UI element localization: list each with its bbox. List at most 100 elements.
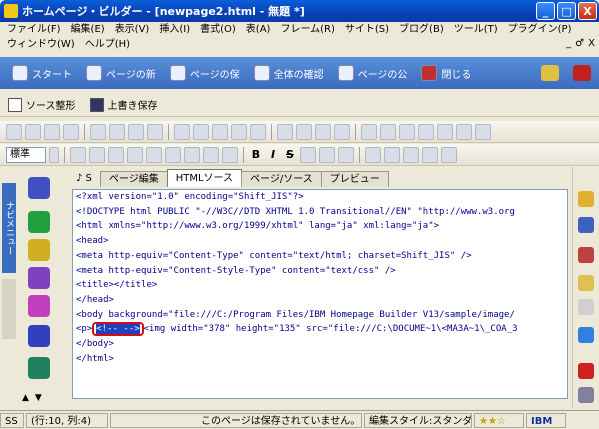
eraser-icon[interactable] bbox=[147, 123, 163, 140]
mdi-minimize-button[interactable]: _ bbox=[566, 38, 571, 49]
insert-row-icon[interactable] bbox=[384, 146, 400, 163]
close-button[interactable]: X bbox=[578, 2, 597, 20]
align-justify-icon[interactable] bbox=[184, 146, 200, 163]
dropdown-icon[interactable] bbox=[49, 146, 59, 163]
merge-icon[interactable] bbox=[422, 146, 438, 163]
layout-icon[interactable] bbox=[334, 123, 350, 140]
tab-preview[interactable]: プレビュー bbox=[320, 171, 389, 187]
book-icon[interactable] bbox=[573, 65, 591, 81]
paste-icon[interactable] bbox=[128, 123, 144, 140]
html-source-editor[interactable]: <?xml version="1.0" encoding="Shift_JIS"… bbox=[72, 189, 568, 399]
anchor-icon[interactable] bbox=[296, 123, 312, 140]
font-size-icon[interactable] bbox=[319, 146, 335, 163]
tab-page-source[interactable]: ページ/ソース bbox=[241, 171, 322, 187]
open-icon[interactable] bbox=[25, 123, 41, 140]
menu-format[interactable]: 書式(O) bbox=[195, 22, 241, 37]
site-icon[interactable] bbox=[578, 217, 594, 233]
table-grid-icon[interactable] bbox=[365, 146, 381, 163]
image-icon[interactable] bbox=[380, 123, 396, 140]
nav-check-all-button[interactable]: 全体の確認 bbox=[253, 65, 324, 81]
document-icon[interactable] bbox=[578, 299, 594, 315]
save-icon[interactable] bbox=[44, 123, 60, 140]
color-icon[interactable] bbox=[578, 327, 594, 343]
tab-page-edit[interactable]: ページ編集 bbox=[99, 171, 168, 187]
chart-icon[interactable] bbox=[456, 123, 472, 140]
numbered-list-icon[interactable] bbox=[222, 146, 238, 163]
overwrite-save-button[interactable]: 上書き保存 bbox=[89, 97, 158, 112]
copy-icon[interactable] bbox=[109, 123, 125, 140]
menu-edit[interactable]: 編集(E) bbox=[66, 22, 110, 37]
insert-col-icon[interactable] bbox=[403, 146, 419, 163]
table-icon[interactable] bbox=[315, 123, 331, 140]
align-left-icon[interactable] bbox=[127, 146, 143, 163]
album-icon[interactable] bbox=[28, 357, 50, 379]
align-right-icon[interactable] bbox=[165, 146, 181, 163]
split-icon[interactable] bbox=[441, 146, 457, 163]
menu-insert[interactable]: 挿入(I) bbox=[154, 22, 195, 37]
grid-icon[interactable] bbox=[418, 123, 434, 140]
save-all-icon[interactable] bbox=[63, 123, 79, 140]
paragraph-icon[interactable] bbox=[70, 146, 86, 163]
menu-table[interactable]: 表(A) bbox=[241, 22, 276, 37]
folder-icon[interactable] bbox=[578, 191, 594, 207]
scroll-up-icon[interactable]: ▲ bbox=[22, 393, 29, 403]
highlight-icon[interactable] bbox=[338, 146, 354, 163]
menu-site[interactable]: サイト(S) bbox=[340, 22, 394, 37]
help-icon[interactable] bbox=[578, 363, 594, 379]
source-format-button[interactable]: ソース整形 bbox=[8, 97, 76, 112]
web-link-icon[interactable] bbox=[28, 239, 50, 261]
animation-icon[interactable] bbox=[28, 325, 50, 347]
menu-view[interactable]: 表示(V) bbox=[110, 22, 155, 37]
menu-file[interactable]: ファイル(F) bbox=[2, 22, 66, 37]
menu-blog[interactable]: ブログ(B) bbox=[394, 22, 449, 37]
nav-new-page-button[interactable]: ページの新 bbox=[86, 65, 156, 81]
navi-menu-tab[interactable]: ナビメニュー bbox=[2, 183, 16, 273]
redo-icon[interactable] bbox=[193, 123, 209, 140]
strike-icon[interactable]: S bbox=[283, 148, 297, 161]
italic-icon[interactable]: I bbox=[266, 148, 280, 161]
settings-icon[interactable] bbox=[578, 387, 594, 403]
tab-html-source[interactable]: HTMLソース bbox=[166, 169, 243, 187]
attributes-icon[interactable] bbox=[250, 123, 266, 140]
web-art-icon[interactable] bbox=[28, 267, 50, 289]
web-parts-icon[interactable] bbox=[28, 211, 50, 233]
heading1-icon[interactable] bbox=[89, 146, 105, 163]
nav-publish-button[interactable]: ページの公 bbox=[337, 65, 407, 81]
pencil-icon[interactable] bbox=[361, 123, 377, 140]
secondary-tab[interactable] bbox=[2, 279, 16, 339]
title-bar[interactable]: ホームページ・ビルダー - [newpage2.html - 無題 *] _ □… bbox=[0, 0, 599, 22]
bold-icon[interactable]: B bbox=[249, 148, 263, 161]
undo-icon[interactable] bbox=[174, 123, 190, 140]
font-color-icon[interactable] bbox=[300, 146, 316, 163]
gif-animation-icon[interactable] bbox=[28, 295, 50, 317]
nav-start-button[interactable]: スタート bbox=[12, 65, 72, 81]
textbox-icon[interactable] bbox=[475, 123, 491, 140]
nav-save-page-button[interactable]: ページの保 bbox=[169, 65, 240, 81]
hr-icon[interactable] bbox=[399, 123, 415, 140]
align-center-icon[interactable] bbox=[146, 146, 162, 163]
new-file-icon[interactable] bbox=[6, 123, 22, 140]
menu-help[interactable]: ヘルプ(H) bbox=[80, 37, 135, 52]
mdi-close-button[interactable]: X bbox=[588, 38, 595, 49]
scroll-down-icon[interactable]: ▼ bbox=[35, 393, 42, 403]
menu-tools[interactable]: ツール(T) bbox=[449, 22, 503, 37]
menu-plugin[interactable]: プラグイン(P) bbox=[503, 22, 577, 37]
cut-icon[interactable] bbox=[90, 123, 106, 140]
style-select[interactable]: 標準 bbox=[6, 146, 46, 163]
form-icon[interactable] bbox=[437, 123, 453, 140]
people-icon[interactable] bbox=[541, 65, 559, 81]
heading2-icon[interactable] bbox=[108, 146, 124, 163]
find-icon[interactable] bbox=[212, 123, 228, 140]
text-art-icon[interactable] bbox=[28, 177, 50, 199]
mdi-restore-button[interactable]: ♂ bbox=[575, 38, 584, 49]
minimize-button[interactable]: _ bbox=[536, 2, 555, 20]
properties-icon[interactable] bbox=[231, 123, 247, 140]
note-icon[interactable] bbox=[578, 275, 594, 291]
object-icon[interactable] bbox=[578, 247, 594, 263]
list-icon[interactable] bbox=[203, 146, 219, 163]
link-icon[interactable] bbox=[277, 123, 293, 140]
nav-close-button[interactable]: 閉じる bbox=[421, 65, 471, 81]
menu-frame[interactable]: フレーム(R) bbox=[275, 22, 339, 37]
menu-window[interactable]: ウィンドウ(W) bbox=[2, 37, 80, 52]
maximize-button[interactable]: □ bbox=[557, 2, 576, 20]
